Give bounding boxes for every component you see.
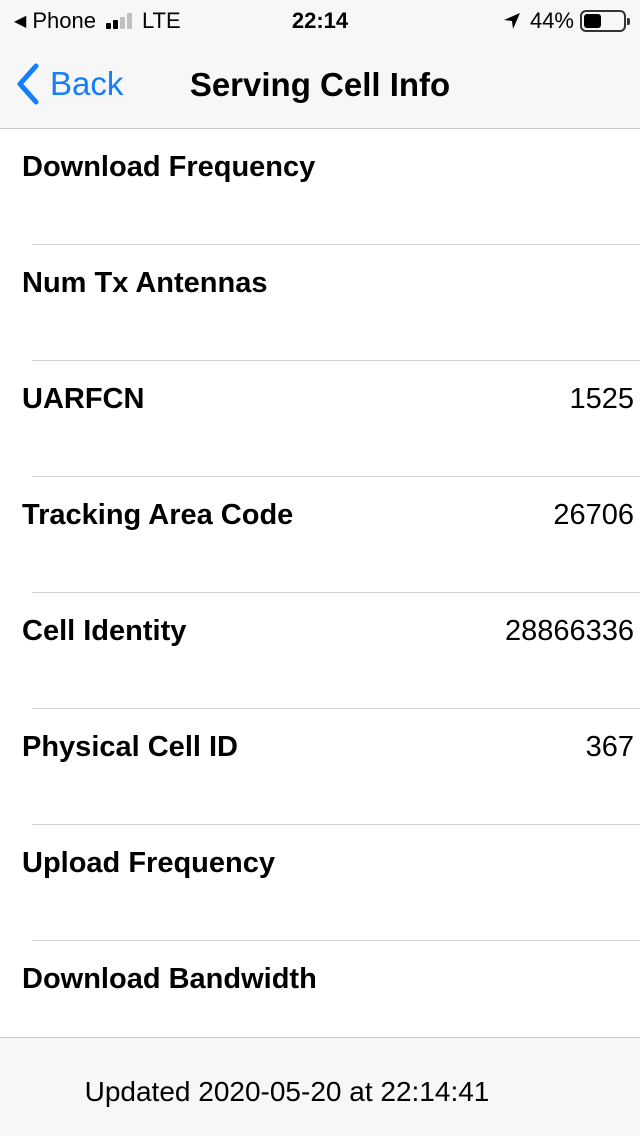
row-label: Download Bandwidth xyxy=(22,963,317,995)
row-label: Physical Cell ID xyxy=(22,731,238,763)
list-item-upload-frequency: Upload Frequency xyxy=(0,825,640,941)
row-label: Upload Frequency xyxy=(22,847,275,879)
list-item-download-frequency: Download Frequency xyxy=(0,129,640,245)
list-item-uarfcn: UARFCN 1525 xyxy=(0,361,640,477)
row-value: 1525 xyxy=(569,383,634,415)
bottom-toolbar: Updated 2020-05-20 at 22:14:41 xyxy=(0,1037,640,1136)
status-bar-right: 44% xyxy=(502,8,630,34)
list-item-physical-cell-id: Physical Cell ID 367 xyxy=(0,709,640,825)
navigation-bar: Back Serving Cell Info xyxy=(0,40,640,129)
row-value: 26706 xyxy=(553,499,634,531)
row-label: Download Frequency xyxy=(22,151,316,183)
battery-percent: 44% xyxy=(529,8,574,33)
list-item-cell-identity: Cell Identity 28866336 xyxy=(0,593,640,709)
list-item-tracking-area-code: Tracking Area Code 26706 xyxy=(0,477,640,593)
list-item-num-tx-antennas: Num Tx Antennas xyxy=(0,245,640,361)
cell-info-list: Download Frequency Num Tx Antennas UARFC… xyxy=(0,129,640,1037)
row-label: Cell Identity xyxy=(22,615,187,647)
battery-icon xyxy=(580,10,630,32)
page-title: Serving Cell Info xyxy=(189,66,451,103)
row-value: 367 xyxy=(585,731,634,763)
row-label: UARFCN xyxy=(22,383,145,415)
last-updated-text: Updated 2020-05-20 at 22:14:41 xyxy=(84,1076,490,1107)
row-label: Num Tx Antennas xyxy=(22,267,268,299)
row-label: Tracking Area Code xyxy=(22,499,294,531)
battery-nub xyxy=(627,18,630,25)
status-bar: ◀ Phone LTE 22:14 44% xyxy=(0,0,640,40)
location-arrow-icon xyxy=(503,13,520,29)
row-value: 28866336 xyxy=(504,615,634,647)
battery-level-fill xyxy=(584,14,601,28)
